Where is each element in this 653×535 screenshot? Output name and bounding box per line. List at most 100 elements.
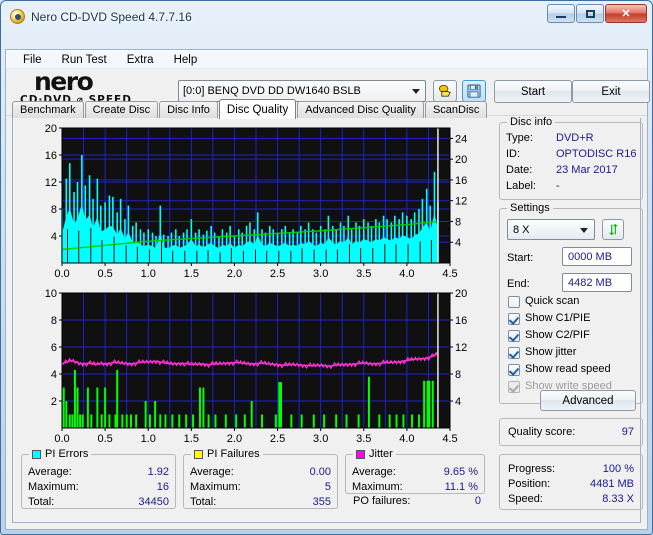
- progress-value: 100 %: [602, 463, 634, 475]
- menu-bar: File Run Test Extra Help: [6, 50, 647, 69]
- pi-errors-chart: 4 8 12 16 20 4 8 12 16 20 24 0.0 0.5 1.0 1.5 2.0 2.5 3.0 3…: [16, 120, 494, 285]
- svg-text:2.5: 2.5: [270, 268, 285, 280]
- position-value: 4481 MB: [589, 478, 634, 490]
- position-label: Position:: [508, 478, 551, 490]
- svg-text:1.0: 1.0: [141, 433, 156, 445]
- speed-select[interactable]: 8 X: [507, 219, 595, 240]
- po-failures-label: PO failures:: [353, 495, 411, 507]
- svg-text:3.0: 3.0: [313, 433, 328, 445]
- quality-score-box: Quality score: 97: [499, 418, 643, 446]
- pi-errors-maximum-value: 16: [156, 481, 169, 493]
- disc-type-label: Type:: [506, 132, 533, 144]
- tab-disc-quality[interactable]: Disc Quality: [218, 99, 297, 119]
- tab-disc-info[interactable]: Disc Info: [159, 101, 218, 118]
- pi-errors-stats-legend: PI Errors: [29, 448, 92, 460]
- svg-text:16: 16: [45, 150, 57, 162]
- svg-text:8: 8: [51, 204, 57, 216]
- menu-run-test[interactable]: Run Test: [53, 52, 116, 68]
- refresh-button[interactable]: [602, 219, 624, 240]
- quick-scan-checkbox[interactable]: [508, 296, 520, 308]
- pi-failures-stats-box: PI Failures Average: 0.00 Maximum: 5 Tot…: [183, 448, 338, 509]
- svg-text:4.5: 4.5: [442, 433, 457, 445]
- svg-text:16: 16: [455, 175, 467, 187]
- end-mb-label: End:: [507, 278, 530, 290]
- tab-scandisc[interactable]: ScanDisc: [424, 101, 488, 118]
- pi-failures-total-label: Total:: [190, 496, 217, 508]
- disc-type-value: DVD+R: [556, 132, 594, 144]
- speed-select-value: 8 X: [513, 223, 530, 236]
- pi-errors-total-label: Total:: [28, 496, 55, 508]
- advanced-button[interactable]: Advanced: [540, 390, 636, 411]
- pi-failures-chart: 2 4 6 8 10 4 8 12 16 20 0.0 0.5 1.0 1.5 2.0 2.5 3.0 3.5 4.…: [16, 285, 494, 450]
- tab-create-disc[interactable]: Create Disc: [84, 101, 159, 118]
- show-c1-pie-checkbox[interactable]: [508, 313, 520, 325]
- jitter-average-value: 9.65 %: [443, 466, 478, 478]
- minimize-icon: [556, 15, 566, 18]
- svg-text:20: 20: [455, 288, 467, 300]
- disc-info-box: Disc info Type: DVD+R ID: OPTODISC R16 D…: [499, 116, 643, 200]
- pi-errors-stats-title: PI Errors: [45, 448, 89, 460]
- svg-text:6: 6: [51, 342, 57, 354]
- refresh-arrows-icon: [608, 223, 618, 236]
- maximize-icon: [585, 9, 595, 18]
- start-mb-field[interactable]: 0000 MB: [562, 247, 632, 266]
- minimize-button[interactable]: [547, 4, 575, 23]
- end-mb-field[interactable]: 4482 MB: [562, 273, 632, 292]
- settings-title: Settings: [507, 202, 553, 214]
- tab-benchmark[interactable]: Benchmark: [12, 101, 84, 118]
- svg-text:2.0: 2.0: [227, 268, 242, 280]
- pi-failures-average-label: Average:: [190, 466, 234, 478]
- window-controls: ✕: [547, 4, 647, 23]
- quality-score-value: 97: [621, 426, 634, 438]
- svg-text:20: 20: [455, 154, 467, 166]
- svg-text:4.0: 4.0: [399, 433, 414, 445]
- svg-text:4.5: 4.5: [442, 268, 457, 280]
- pi-failures-color-swatch: [194, 449, 203, 459]
- maximize-button[interactable]: [576, 4, 604, 23]
- svg-text:24: 24: [455, 133, 467, 145]
- chevron-down-icon: [412, 89, 420, 94]
- menu-file[interactable]: File: [14, 52, 51, 68]
- svg-text:8: 8: [455, 369, 461, 381]
- svg-text:4.0: 4.0: [399, 268, 414, 280]
- start-mb-label: Start:: [507, 252, 534, 264]
- jitter-stats-legend: Jitter: [353, 448, 396, 460]
- close-button[interactable]: ✕: [605, 4, 647, 23]
- app-icon: [10, 9, 25, 24]
- settings-box: Settings 8 X Start: 0000 MB End: 4482 MB…: [499, 202, 643, 404]
- speed-value: 8.33 X: [602, 493, 634, 505]
- svg-text:2.5: 2.5: [270, 433, 285, 445]
- show-jitter-checkbox[interactable]: [508, 347, 520, 359]
- menu-extra[interactable]: Extra: [118, 52, 163, 68]
- show-c2-pif-checkbox[interactable]: [508, 330, 520, 342]
- tab-advanced-disc-quality[interactable]: Advanced Disc Quality: [297, 101, 424, 118]
- show-c2-pif-label: Show C2/PIF: [525, 329, 590, 341]
- show-read-speed-checkbox[interactable]: [508, 364, 520, 376]
- svg-text:3.0: 3.0: [313, 268, 328, 280]
- disc-id-value: OPTODISC R16: [556, 148, 637, 160]
- svg-text:10: 10: [45, 288, 57, 300]
- svg-text:4: 4: [455, 396, 461, 408]
- menu-help[interactable]: Help: [165, 52, 207, 68]
- disc-label-label: Label:: [506, 180, 536, 192]
- pi-errors-maximum-label: Maximum:: [28, 481, 79, 493]
- pi-errors-chart-svg: 4 8 12 16 20 4 8 12 16 20 24 0.0 0.5 1.0 1.5 2.0 2.5 3.0 3…: [16, 120, 494, 285]
- svg-text:20: 20: [45, 123, 57, 135]
- pi-errors-stats-box: PI Errors Average: 1.92 Maximum: 16 Tota…: [21, 448, 176, 509]
- svg-text:4: 4: [51, 231, 57, 243]
- svg-text:8: 8: [51, 315, 57, 327]
- po-failures-value: 0: [474, 495, 481, 507]
- svg-text:12: 12: [455, 342, 467, 354]
- svg-text:0.5: 0.5: [97, 268, 112, 280]
- progress-box: Progress: 100 % Position: 4481 MB Speed:…: [499, 454, 643, 510]
- disc-id-label: ID:: [506, 148, 521, 160]
- svg-text:0.0: 0.0: [54, 433, 69, 445]
- disc-quality-page: 4 8 12 16 20 4 8 12 16 20 24 0.0 0.5 1.0 1.5 2.0 2.5 3.0 3…: [12, 116, 643, 523]
- pi-errors-average-value: 1.92: [147, 466, 169, 478]
- svg-text:8: 8: [455, 216, 461, 228]
- app-window: Nero CD-DVD Speed 4.7.7.16 ✕ File Run Te…: [0, 0, 653, 535]
- svg-text:3.5: 3.5: [356, 433, 371, 445]
- drive-select-value: [0:0] BENQ DVD DD DW1640 BSLB: [183, 85, 361, 97]
- jitter-maximum-label: Maximum:: [352, 481, 403, 493]
- show-jitter-label: Show jitter: [525, 346, 577, 358]
